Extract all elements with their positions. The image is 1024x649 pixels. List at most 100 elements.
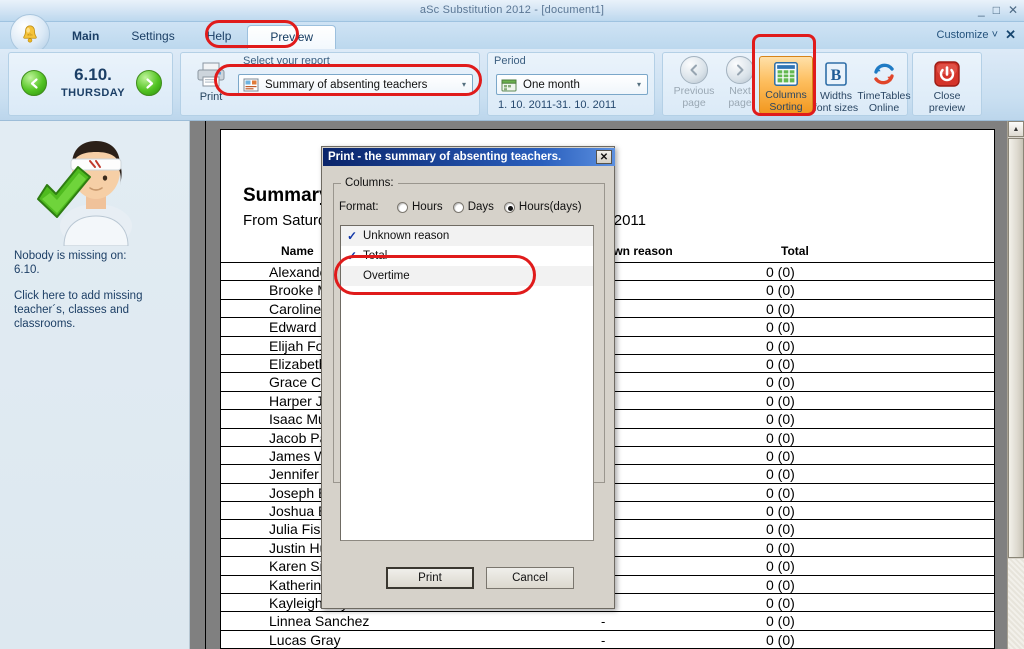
close-window-button[interactable]: ✕ xyxy=(1008,3,1018,17)
sidebar-panel[interactable]: Nobody is missing on: 6.10. Click here t… xyxy=(0,121,190,649)
format-radio-row: Format: Hours Days Hours(days) xyxy=(339,201,601,213)
chevron-down-icon: ▾ xyxy=(461,80,466,89)
arrow-left-icon xyxy=(30,77,38,89)
row-total: 0 (0) xyxy=(766,374,795,391)
period-select[interactable]: One month ▾ xyxy=(496,74,648,95)
scrollbar-track[interactable] xyxy=(1008,559,1024,649)
bell-icon: aSc xyxy=(23,25,37,43)
close-preview-button[interactable]: Close preview xyxy=(920,56,974,114)
sidebar-line-1: Nobody is missing on: xyxy=(14,250,127,262)
svg-text:aSc: aSc xyxy=(27,33,33,37)
application-window: aSc Substitution 2012 - [document1] _ □ … xyxy=(0,0,1024,649)
previous-day-button[interactable] xyxy=(21,70,47,96)
injured-teacher-icon xyxy=(37,141,132,246)
radio-hours-days[interactable]: Hours(days) xyxy=(503,201,582,213)
row-total: 0 (0) xyxy=(766,631,795,648)
scrollbar-thumb[interactable] xyxy=(1008,138,1024,558)
row-total: 0 (0) xyxy=(766,503,795,520)
chevron-down-icon: ▾ xyxy=(636,80,641,89)
row-total: 0 (0) xyxy=(766,300,795,317)
window-controls: _ □ ✕ xyxy=(978,3,1018,17)
list-item[interactable]: ✓ Unknown reason xyxy=(341,226,593,246)
period-date-range: 1. 10. 2011-31. 10. 2011 xyxy=(498,99,617,111)
radio-dot-icon xyxy=(397,201,408,213)
next-day-button[interactable] xyxy=(136,70,162,96)
panel-splitter[interactable] xyxy=(190,121,206,649)
app-logo-button[interactable]: aSc xyxy=(10,14,50,54)
radio-dot-icon xyxy=(452,201,464,213)
row-total: 0 (0) xyxy=(766,264,795,280)
select-report-label: Select your report xyxy=(243,55,330,67)
row-total: 0 (0) xyxy=(766,613,795,630)
list-item-label: Total xyxy=(363,250,388,262)
dialog-close-button[interactable]: ✕ xyxy=(596,150,612,164)
radio-hours-label: Hours xyxy=(412,201,443,213)
arrow-right-icon xyxy=(145,77,153,89)
dialog-title-bar: Print - the summary of absenting teacher… xyxy=(323,148,615,166)
ribbon-toolbar: 6.10. THURSDAY Select your report Print … xyxy=(0,49,1024,121)
tool-label-line1: Widths xyxy=(819,90,853,102)
row-total: 0 (0) xyxy=(766,355,795,372)
tool-label-line2: Sorting xyxy=(769,100,803,113)
check-icon: ✓ xyxy=(347,229,358,243)
bold-letter-icon: B xyxy=(825,62,847,86)
row-total: 0 (0) xyxy=(766,558,795,575)
report-icon xyxy=(243,78,259,91)
columns-legend: Columns: xyxy=(341,177,398,189)
row-name: Lucas Gray xyxy=(269,631,341,648)
radio-days[interactable]: Days xyxy=(452,201,494,213)
print-button-label: Print xyxy=(199,91,223,103)
date-day: 6.10. xyxy=(74,65,112,84)
widths-font-sizes-button[interactable]: B Widths font sizes xyxy=(809,56,863,114)
tab-main[interactable]: Main xyxy=(56,24,115,49)
customize-menu[interactable]: Customize ˅ xyxy=(937,29,998,41)
dialog-cancel-button[interactable]: Cancel xyxy=(486,567,574,589)
printer-icon xyxy=(197,62,225,87)
dialog-title-text: Print - the summary of absenting teacher… xyxy=(328,151,562,163)
sidebar-message: Nobody is missing on: 6.10. Click here t… xyxy=(14,249,182,331)
print-button[interactable]: Print xyxy=(189,61,233,103)
dialog-print-button[interactable]: Print xyxy=(386,567,474,589)
window-title: aSc Substitution 2012 - [document1] xyxy=(419,4,605,16)
list-item[interactable]: ✓ Total xyxy=(341,246,593,266)
list-item-label: Overtime xyxy=(363,270,410,282)
format-label: Format: xyxy=(339,201,379,213)
minimize-button[interactable]: _ xyxy=(978,3,985,17)
timetables-online-button[interactable]: TimeTables Online xyxy=(857,56,911,114)
columns-listbox[interactable]: ✓ Unknown reason ✓ Total Overtime xyxy=(340,225,594,541)
svg-text:B: B xyxy=(831,67,842,84)
report-group: Select your report Print Summary of abse… xyxy=(180,52,480,116)
row-total: 0 (0) xyxy=(766,429,795,446)
row-total: 0 (0) xyxy=(766,576,795,593)
radio-hours[interactable]: Hours xyxy=(397,201,443,213)
list-item[interactable]: Overtime xyxy=(341,266,593,286)
tool-label-line1: TimeTables xyxy=(857,90,911,102)
arrow-left-icon xyxy=(680,56,708,84)
column-header-total: Total xyxy=(781,244,809,258)
tab-settings[interactable]: Settings xyxy=(115,24,190,49)
columns-table-icon xyxy=(774,62,798,86)
tab-preview[interactable]: Preview xyxy=(247,25,337,50)
tool-label-line2: preview xyxy=(928,101,966,114)
row-total: 0 (0) xyxy=(766,484,795,501)
row-total: 0 (0) xyxy=(766,392,795,409)
sidebar-add-missing-link[interactable]: Click here to add missing teacher´s, cla… xyxy=(14,289,182,331)
vertical-scrollbar[interactable]: ▲ xyxy=(1007,121,1024,649)
maximize-button[interactable]: □ xyxy=(993,3,1000,17)
row-total: 0 (0) xyxy=(766,319,795,336)
column-header-name: Name xyxy=(281,244,314,258)
date-weekday: THURSDAY xyxy=(60,87,126,99)
title-bar: aSc Substitution 2012 - [document1] _ □ … xyxy=(0,0,1024,22)
columns-sorting-button[interactable]: Columns Sorting xyxy=(759,56,813,114)
close-document-button[interactable]: ✕ xyxy=(1005,27,1016,43)
scroll-up-button[interactable]: ▲ xyxy=(1008,121,1024,137)
row-total: 0 (0) xyxy=(766,539,795,556)
radio-dot-icon xyxy=(503,201,515,213)
tool-label-line1: Previous xyxy=(673,85,715,97)
tab-help[interactable]: Help xyxy=(191,24,248,49)
list-item-label: Unknown reason xyxy=(363,230,450,242)
tool-label-line2: font sizes xyxy=(813,101,859,114)
tool-label-line2: Online xyxy=(868,101,900,114)
report-select[interactable]: Summary of absenting teachers ▾ xyxy=(238,74,473,95)
row-total: 0 (0) xyxy=(766,466,795,483)
